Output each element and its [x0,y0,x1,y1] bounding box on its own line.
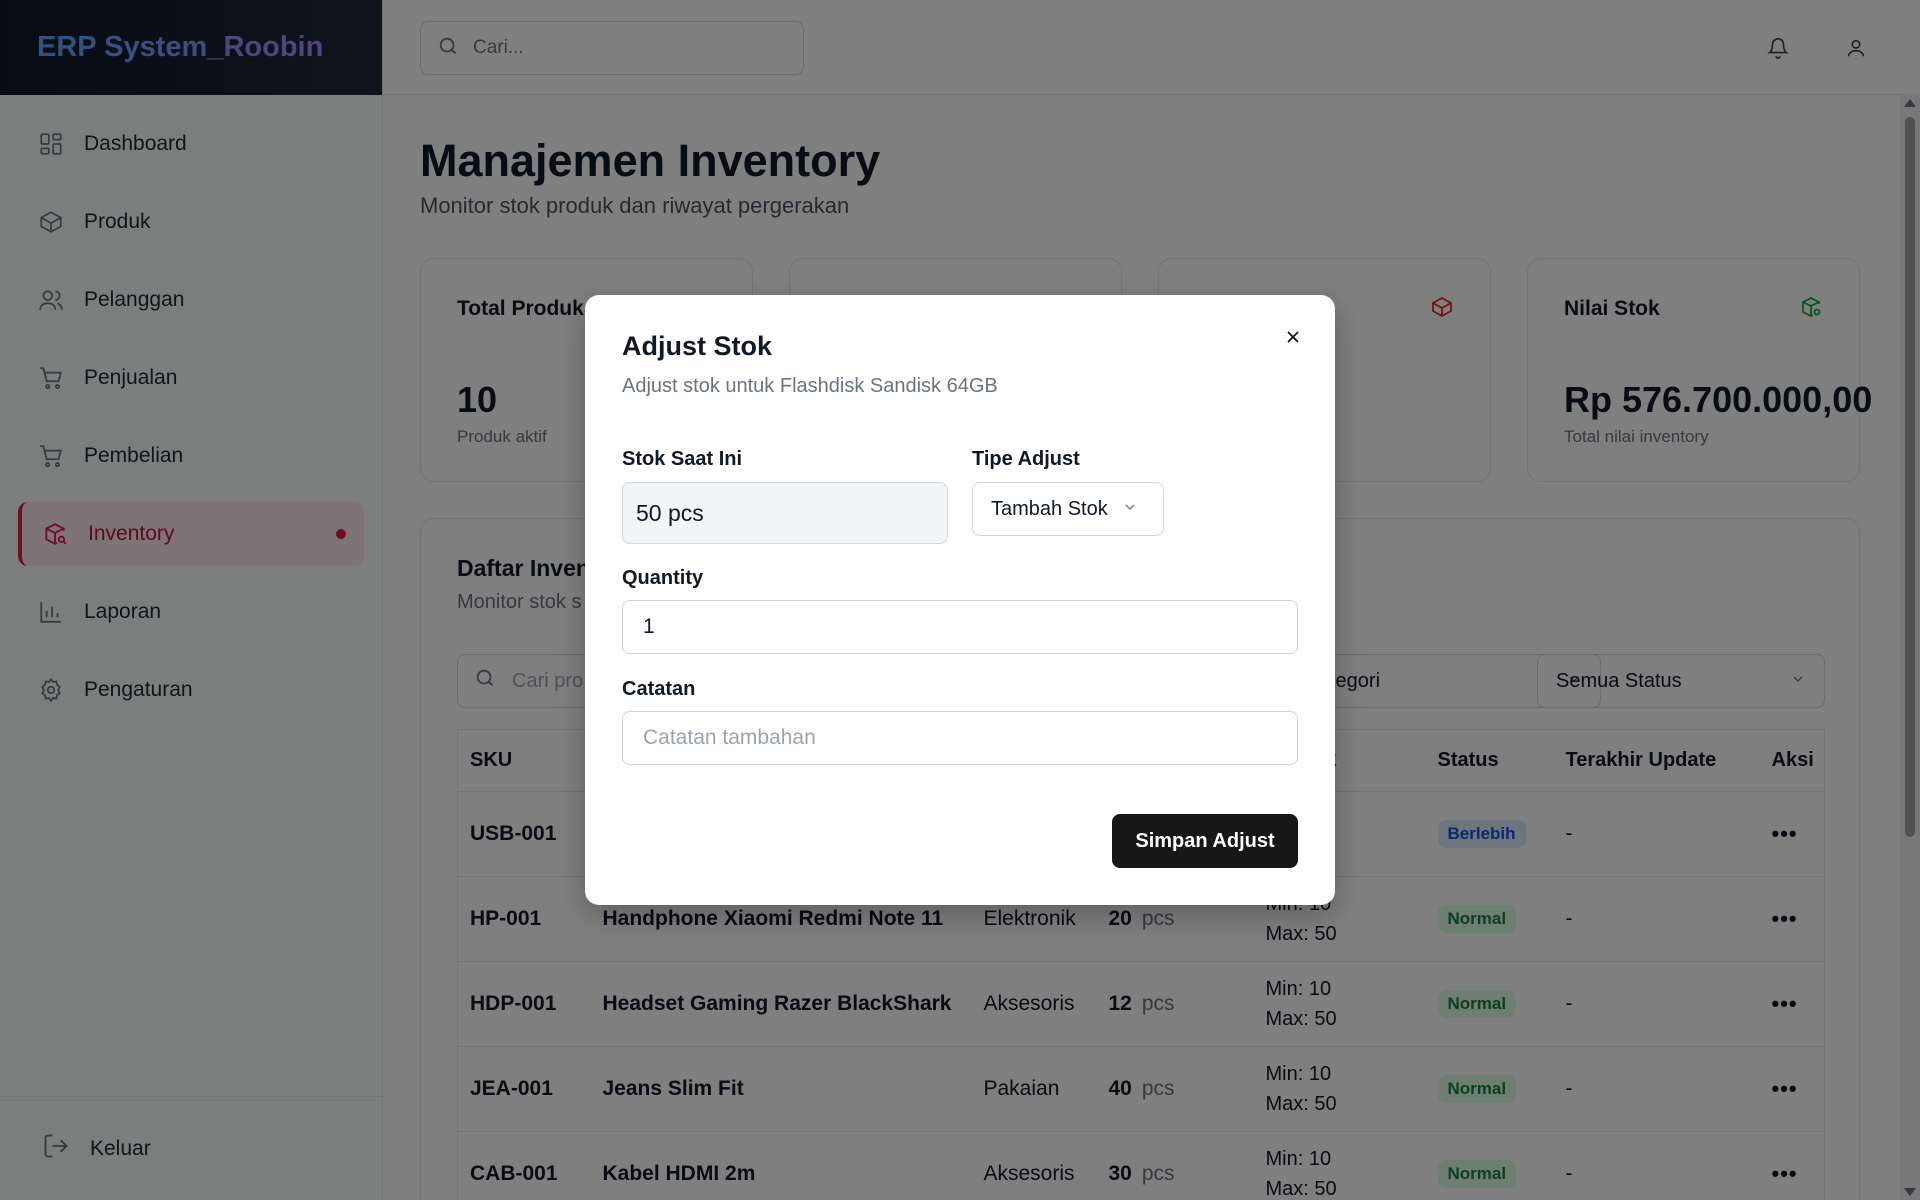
dialog-title: Adjust Stok [622,331,773,361]
quantity-label: Quantity [622,567,704,589]
note-placeholder: Catatan tambahan [643,726,816,749]
adjust-type-label: Tipe Adjust [972,448,1080,470]
note-input[interactable]: Catatan tambahan [622,711,1298,765]
save-adjust-button[interactable]: Simpan Adjust [1112,814,1298,868]
adjust-stock-dialog: Adjust Stok Adjust stok untuk Flashdisk … [585,295,1335,905]
adjust-type-value: Tambah Stok [991,497,1108,520]
close-icon[interactable] [1281,325,1305,349]
dialog-subtitle: Adjust stok untuk Flashdisk Sandisk 64GB [622,375,998,397]
current-stock-label: Stok Saat Ini [622,448,743,470]
current-stock-field: 50 pcs [622,482,948,544]
quantity-input[interactable]: 1 [622,600,1298,654]
quantity-value: 1 [643,615,655,638]
chevron-down-icon [1122,498,1138,521]
note-label: Catatan [622,678,696,700]
adjust-type-select[interactable]: Tambah Stok [972,482,1164,536]
